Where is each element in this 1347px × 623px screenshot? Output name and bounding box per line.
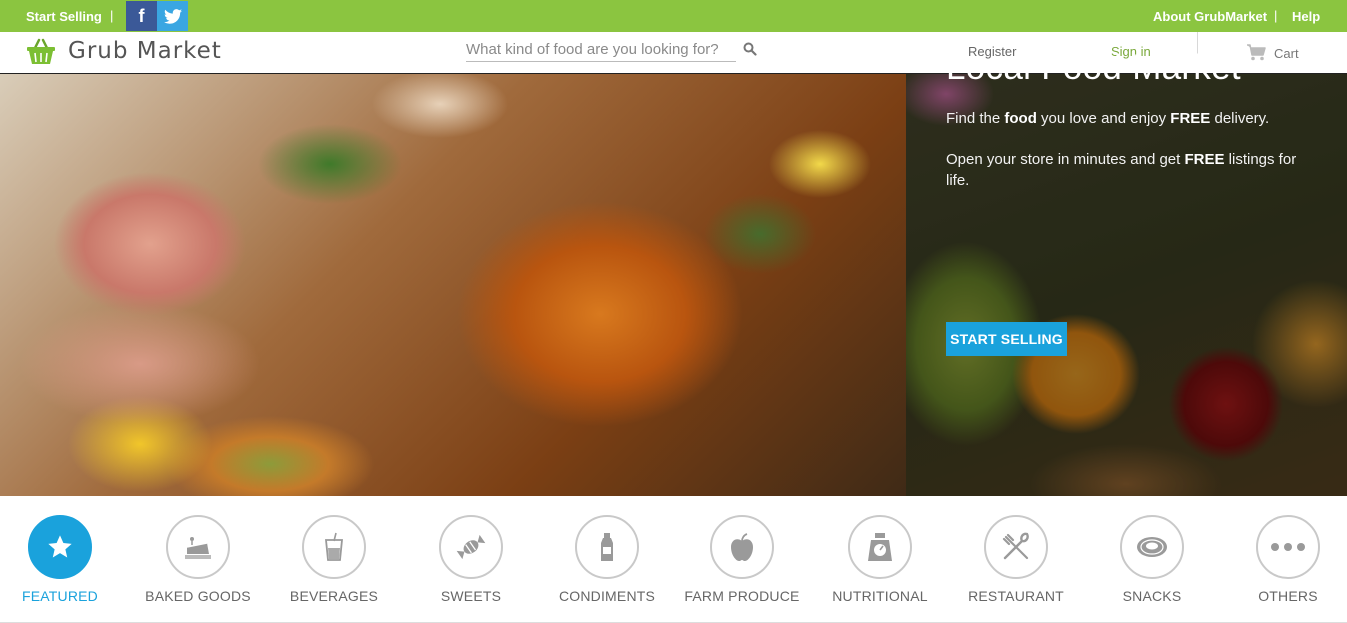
category-label: NUTRITIONAL (832, 588, 928, 604)
basket-icon (27, 38, 55, 64)
category-label: CONDIMENTS (558, 588, 656, 604)
fork-knife-icon (984, 515, 1048, 579)
candy-icon (439, 515, 503, 579)
logo-text: Grub Market (68, 38, 222, 64)
category-baked-goods[interactable]: BAKED GOODS (128, 515, 268, 604)
divider: | (1274, 8, 1278, 23)
help-link[interactable]: Help (1292, 9, 1320, 24)
start-selling-button[interactable]: START SELLING (946, 322, 1067, 356)
divider: | (110, 8, 114, 23)
category-beverages[interactable]: BEVERAGES (264, 515, 404, 604)
logo[interactable]: Grub Market (26, 37, 222, 65)
category-label: SWEETS (440, 588, 502, 604)
search-input[interactable] (466, 38, 736, 62)
category-label: BEVERAGES (289, 588, 379, 604)
category-featured[interactable]: FEATURED (0, 515, 130, 604)
start-selling-link[interactable]: Start Selling (26, 9, 102, 24)
category-label: FEATURED (21, 588, 98, 604)
drink-icon (302, 515, 366, 579)
top-bar: Start Selling | f About GrubMarket | Hel… (0, 0, 1347, 32)
star-icon (28, 515, 92, 579)
scale-icon (848, 515, 912, 579)
category-label: SNACKS (1122, 588, 1182, 604)
category-snacks[interactable]: SNACKS (1082, 515, 1222, 604)
category-label: FARM PRODUCE (684, 588, 800, 604)
facebook-icon[interactable]: f (126, 1, 157, 31)
search-icon[interactable] (743, 42, 757, 61)
about-link[interactable]: About GrubMarket (1153, 9, 1267, 24)
category-nutritional[interactable]: NUTRITIONAL (810, 515, 950, 604)
category-label: RESTAURANT (968, 588, 1064, 604)
apple-icon (710, 515, 774, 579)
hero-copy: Local Food Market Find the food you love… (946, 48, 1306, 191)
category-sweets[interactable]: SWEETS (401, 515, 541, 604)
category-bar: FEATURED BAKED GOODS BEVERAGES SWEETS CO… (0, 496, 1347, 623)
cake-icon (166, 515, 230, 579)
bottle-icon (575, 515, 639, 579)
hero-title: Local Food Market (946, 48, 1241, 87)
hero-food-image (0, 74, 906, 496)
category-others[interactable]: OTHERS (1218, 515, 1347, 604)
twitter-icon[interactable] (157, 1, 188, 31)
hero-line-1: Find the food you love and enjoy FREE de… (946, 110, 1270, 127)
donut-icon (1120, 515, 1184, 579)
more-dots-icon (1256, 515, 1320, 579)
category-label: BAKED GOODS (145, 588, 251, 604)
category-condiments[interactable]: CONDIMENTS (537, 515, 677, 604)
category-label: OTHERS (1258, 588, 1318, 604)
hero-line-2: Open your store in minutes and get FREE … (946, 151, 1297, 189)
category-restaurant[interactable]: RESTAURANT (946, 515, 1086, 604)
category-farm-produce[interactable]: FARM PRODUCE (672, 515, 812, 604)
